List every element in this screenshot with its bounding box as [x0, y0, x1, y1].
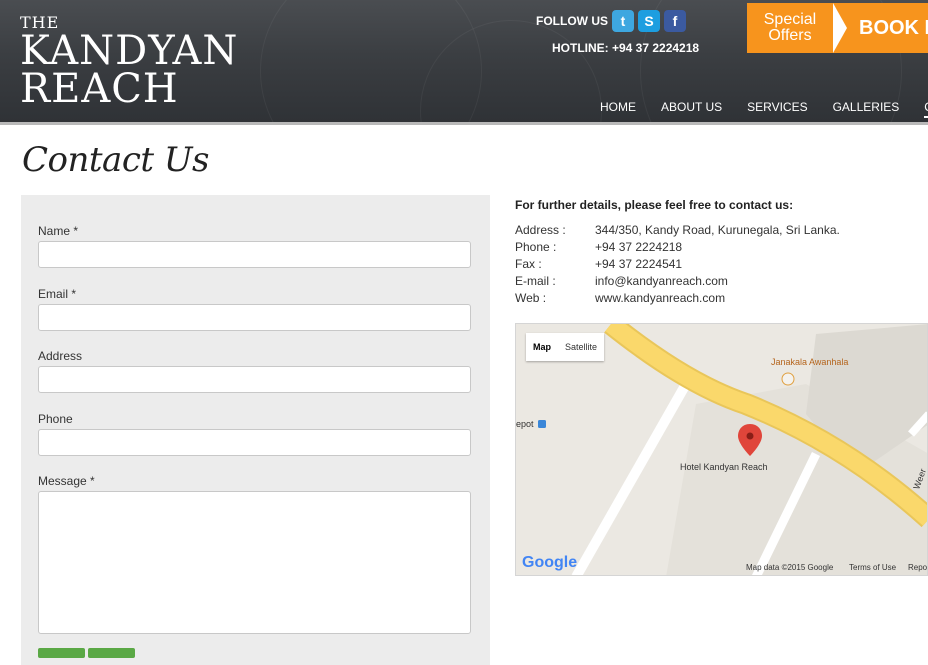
- google-logo-text: Google: [522, 554, 578, 571]
- detail-value: 344/350, Kandy Road, Kurunegala, Sri Lan…: [595, 223, 840, 237]
- nav-home[interactable]: HOME: [600, 100, 636, 118]
- detail-key: Fax :: [515, 257, 542, 271]
- bus-icon: [538, 420, 546, 428]
- detail-fax: Fax : +94 37 2224541: [515, 257, 682, 271]
- map-type-satellite[interactable]: Satellite: [558, 333, 604, 361]
- google-map[interactable]: Map Satellite Hotel Kandyan Reach Janaka…: [515, 323, 928, 576]
- map-street: [571, 381, 691, 575]
- detail-key: Address :: [515, 223, 566, 237]
- message-label: Message *: [38, 474, 95, 488]
- nav-services[interactable]: SERVICES: [747, 100, 807, 118]
- follow-label: FOLLOW US: [536, 14, 608, 28]
- contact-form: Name * Email * Address Phone Message *: [21, 195, 490, 665]
- detail-web-link[interactable]: www.kandyanreach.com: [595, 291, 725, 305]
- details-intro: For further details, please feel free to…: [515, 198, 794, 212]
- book-now-button[interactable]: BOOK N: [833, 3, 928, 53]
- restaurant-icon: [781, 372, 795, 386]
- twitter-icon[interactable]: t: [612, 10, 634, 32]
- detail-key: Phone :: [515, 240, 557, 254]
- detail-value: +94 37 2224218: [595, 240, 683, 254]
- map-canvas: [538, 324, 927, 575]
- map-terms-link[interactable]: Terms of Use: [849, 563, 896, 572]
- address-input[interactable]: [38, 366, 471, 393]
- depot-label: epot: [516, 419, 534, 429]
- name-input[interactable]: [38, 241, 471, 268]
- email-input[interactable]: [38, 304, 471, 331]
- detail-key: E-mail :: [515, 274, 556, 288]
- map-type-control: Map Satellite: [526, 333, 605, 361]
- detail-key: Web :: [515, 291, 547, 305]
- site-logo[interactable]: THE KANDYAN REACH: [20, 14, 239, 112]
- main-nav: HOME ABOUT US SERVICES GALLERIES CO: [600, 100, 928, 118]
- name-label: Name *: [38, 224, 79, 238]
- special-offers-line2: Offers: [768, 27, 812, 44]
- map-data-credit: Map data ©2015 Google: [746, 563, 834, 572]
- hotel-label: Hotel Kandyan Reach: [680, 462, 768, 472]
- nav-about-us[interactable]: ABOUT US: [661, 100, 722, 118]
- address-label: Address: [38, 349, 83, 363]
- special-offers-button[interactable]: Special Offers: [747, 3, 833, 53]
- detail-phone: Phone : +94 37 2224218: [515, 240, 682, 254]
- logo-reach: REACH: [20, 66, 179, 112]
- restaurant-label: Janakala Awanhala: [771, 357, 849, 367]
- skype-icon[interactable]: S: [638, 10, 660, 32]
- detail-web: Web : www.kandyanreach.com: [515, 291, 725, 305]
- follow-us: FOLLOW US t S f: [536, 10, 686, 32]
- message-textarea[interactable]: [38, 491, 471, 634]
- detail-value: +94 37 2224541: [595, 257, 683, 271]
- special-offers-line1: Special: [763, 11, 817, 28]
- map-report-link[interactable]: Repo: [908, 563, 927, 572]
- map-type-map[interactable]: Map: [526, 333, 558, 361]
- phone-input[interactable]: [38, 429, 471, 456]
- hotline: HOTLINE: +94 37 2224218: [552, 41, 700, 55]
- phone-label: Phone: [38, 412, 73, 426]
- map-pin-dot: [746, 432, 754, 440]
- page-title: Contact Us: [22, 140, 209, 180]
- email-label: Email *: [38, 287, 77, 301]
- detail-email: E-mail : info@kandyanreach.com: [515, 274, 728, 288]
- logo-kandyan: KANDYAN: [20, 28, 239, 74]
- detail-address: Address : 344/350, Kandy Road, Kurunegala…: [515, 223, 840, 237]
- nav-contact[interactable]: CO: [924, 100, 928, 118]
- facebook-icon[interactable]: f: [664, 10, 686, 32]
- nav-galleries[interactable]: GALLERIES: [833, 100, 900, 118]
- site-header: THE KANDYAN REACH FOLLOW US t S f HOTLIN…: [0, 0, 928, 125]
- google-logo: Google: [522, 554, 577, 572]
- detail-email-link[interactable]: info@kandyanreach.com: [595, 274, 728, 288]
